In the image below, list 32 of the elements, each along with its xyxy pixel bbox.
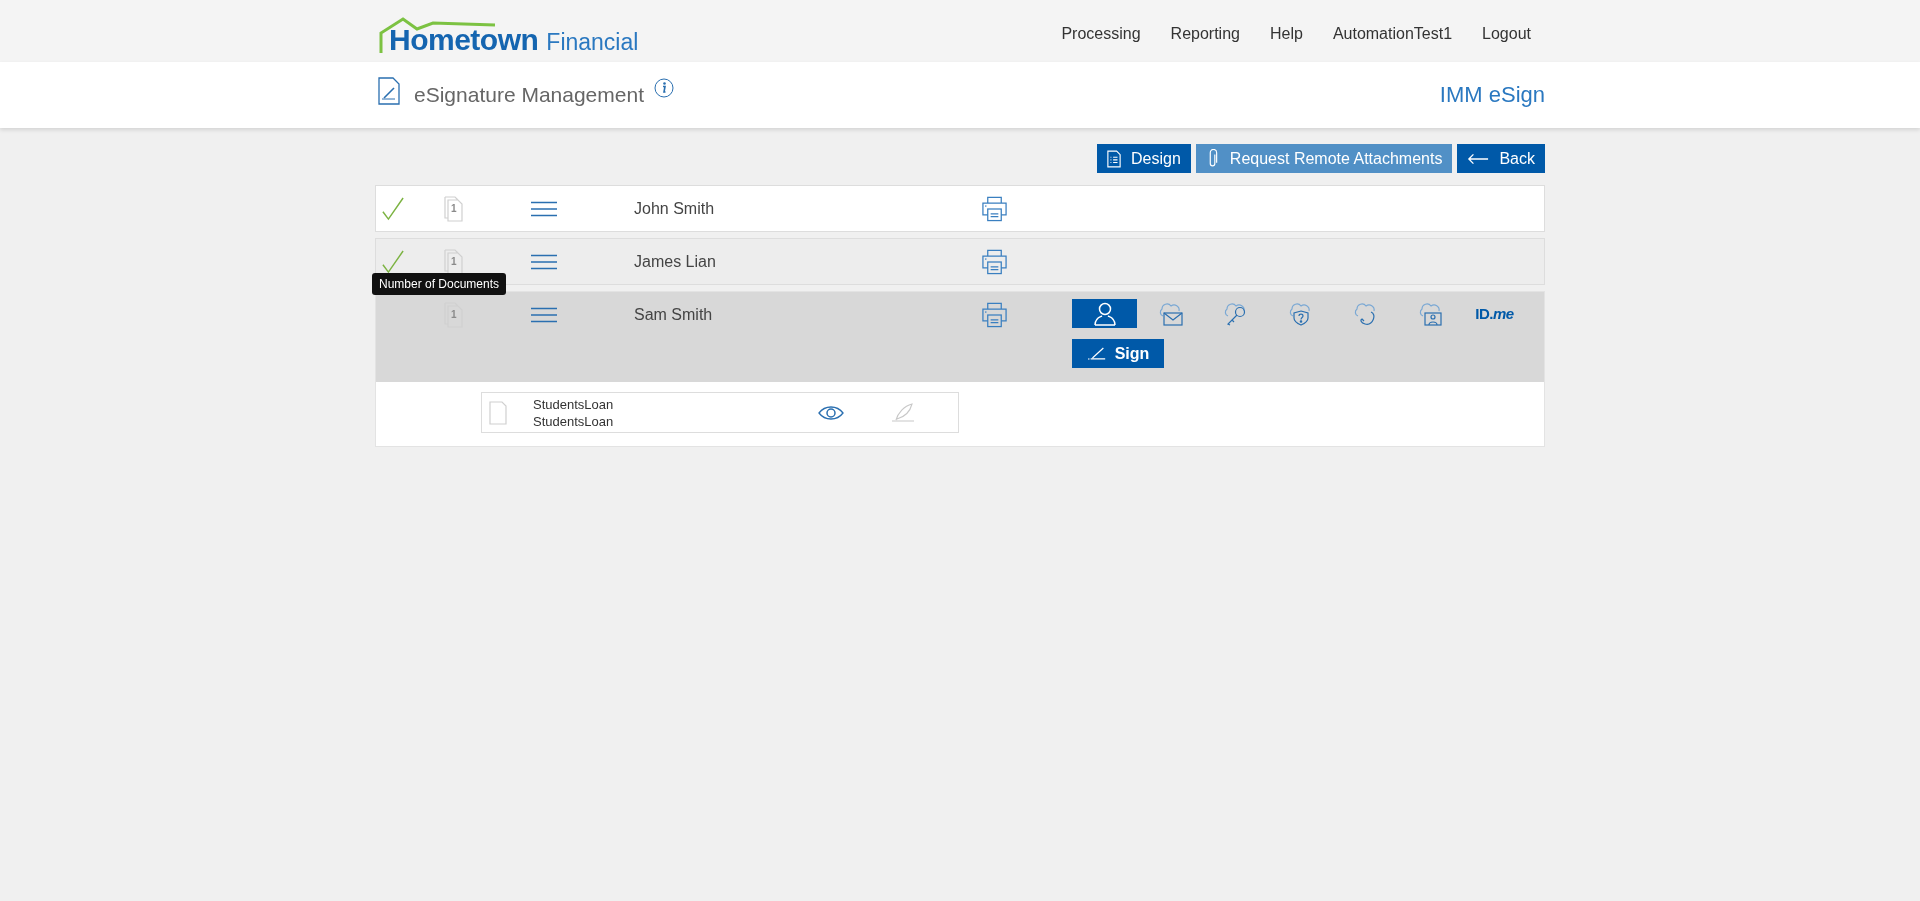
- list-document-icon: [1107, 148, 1122, 169]
- signer-name: John Smith: [634, 199, 715, 218]
- nav-link[interactable]: Processing: [1061, 25, 1141, 43]
- sign-button[interactable]: Sign: [1072, 339, 1164, 368]
- tooltip: Number of Documents: [372, 273, 507, 295]
- auth-person-icon[interactable]: [1072, 299, 1137, 328]
- document-title: StudentsLoan: [533, 395, 615, 413]
- back-button[interactable]: Back: [1457, 144, 1545, 173]
- nav-link[interactable]: Logout: [1482, 25, 1531, 43]
- printer-icon[interactable]: [980, 301, 1008, 328]
- menu-icon[interactable]: [531, 200, 557, 217]
- logo[interactable]: Hometown Financial: [377, 5, 639, 57]
- signer-name: James Lian: [634, 252, 716, 271]
- document-subtitle: StudentsLoan: [533, 412, 615, 430]
- info-icon[interactable]: [654, 78, 674, 98]
- page-title: eSignature Management: [414, 83, 644, 107]
- menu-icon[interactable]: [531, 253, 557, 270]
- signer-name: Sam Smith: [634, 305, 713, 324]
- signed-document-icon: [378, 77, 400, 105]
- menu-icon[interactable]: [531, 306, 557, 323]
- printer-icon[interactable]: [980, 195, 1008, 222]
- app-name: IMM eSign: [1439, 82, 1545, 108]
- printer-icon[interactable]: [980, 248, 1008, 275]
- pen-icon: [1086, 347, 1107, 360]
- nav-link[interactable]: AutomationTest1: [1332, 25, 1453, 43]
- document-icon: [489, 400, 507, 425]
- design-button[interactable]: Design: [1097, 144, 1191, 173]
- nav-link[interactable]: Reporting: [1170, 25, 1240, 43]
- back-arrow-icon: [1467, 152, 1490, 165]
- idme-logo[interactable]: ID.me: [1462, 299, 1527, 328]
- eye-icon[interactable]: [818, 404, 844, 421]
- nav-link[interactable]: Help: [1269, 25, 1303, 43]
